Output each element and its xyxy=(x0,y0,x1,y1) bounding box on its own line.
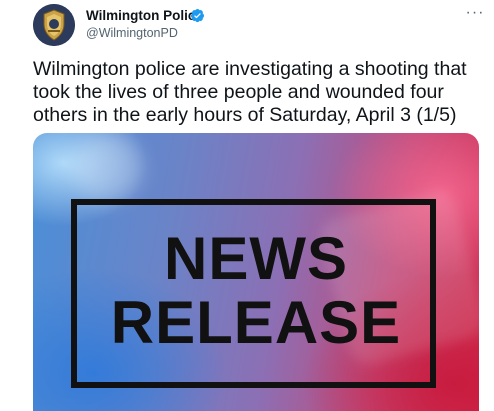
media-headline-line1: NEWS xyxy=(164,225,348,292)
media-headline-line2: RELEASE xyxy=(110,289,402,356)
tweet[interactable]: Wilmington Police @WilmingtonPD ··· Wilm… xyxy=(0,0,494,411)
account-name[interactable]: Wilmington Police xyxy=(86,8,203,23)
tweet-media-image[interactable]: NEWS RELEASE xyxy=(33,133,479,411)
account-handle[interactable]: @WilmingtonPD xyxy=(86,26,178,40)
tweet-text: Wilmington police are investigating a sh… xyxy=(33,58,467,126)
more-options-icon[interactable]: ··· xyxy=(464,5,486,24)
police-badge-icon[interactable] xyxy=(33,4,75,46)
background-light xyxy=(73,133,143,203)
verified-badge-icon xyxy=(190,8,205,23)
